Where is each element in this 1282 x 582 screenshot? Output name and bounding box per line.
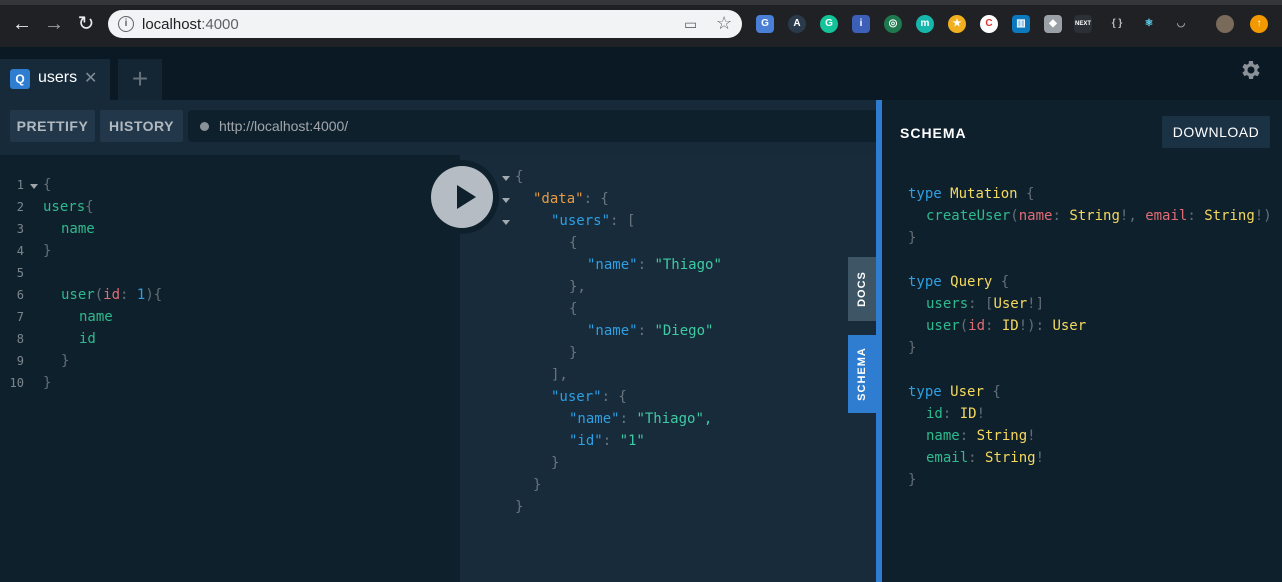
close-icon[interactable]: ✕	[84, 68, 97, 88]
editor-toolbar: PRETTIFY HISTORY http://localhost:4000/	[0, 100, 876, 155]
line-number: 3	[16, 222, 24, 236]
next-icon[interactable]: NEXT	[1074, 15, 1092, 33]
download-button[interactable]: DOWNLOAD	[1162, 116, 1270, 148]
code-line: "data": {	[533, 191, 609, 207]
tab-users[interactable]: Q users ✕	[0, 59, 110, 100]
site-info-icon[interactable]: i	[118, 16, 134, 32]
add-tab-button[interactable]: +	[118, 59, 162, 100]
code-line: users{	[43, 199, 94, 215]
reader-icon[interactable]: i	[852, 15, 870, 33]
line-number: 9	[16, 354, 24, 368]
m-icon[interactable]: m	[916, 15, 934, 33]
code-token: {	[569, 235, 578, 251]
code-token: }	[908, 340, 917, 356]
endpoint-url: http://localhost:4000/	[219, 118, 349, 134]
star-icon[interactable]: ★	[948, 15, 966, 33]
line-number: 4	[16, 244, 24, 258]
status-dot-icon	[200, 122, 209, 131]
target-icon[interactable]: ◎	[884, 15, 902, 33]
fold-arrow-icon[interactable]	[502, 176, 510, 181]
code-token: }	[908, 230, 917, 246]
code-line: type Query {	[908, 274, 1010, 290]
code-token: name	[79, 309, 113, 325]
code-line: email: String!	[926, 450, 1045, 466]
result-viewer: { "data": { "users": [ { "name": "Thiago…	[460, 155, 876, 582]
code-line: "name": "Thiago"	[587, 257, 722, 273]
bookmark-star-icon[interactable]: ☆	[716, 13, 732, 34]
code-token: }	[533, 477, 542, 493]
react-icon[interactable]: ⚛	[1140, 15, 1158, 33]
line-number: 7	[16, 310, 24, 324]
schema-title: SCHEMA	[900, 125, 967, 141]
prettify-button[interactable]: PRETTIFY	[10, 110, 95, 142]
address-text: localhost:4000	[142, 16, 239, 33]
pocket-icon[interactable]: ◡	[1172, 15, 1190, 33]
line-number: 8	[16, 332, 24, 346]
fold-arrow-icon[interactable]	[30, 184, 38, 189]
code-token: }	[569, 345, 578, 361]
reload-icon[interactable]: ↻	[74, 12, 98, 36]
code-line: name: String!	[926, 428, 1036, 444]
code-token: }	[908, 472, 917, 488]
code-line: type User {	[908, 384, 1001, 400]
update-icon[interactable]: ↑	[1250, 15, 1268, 33]
line-number: 10	[9, 376, 24, 390]
query-tab-icon: Q	[10, 69, 30, 89]
fold-arrow-icon[interactable]	[502, 220, 510, 225]
code-line: users: [User!]	[926, 296, 1045, 312]
schema-panel: SCHEMA DOWNLOAD type Mutation { createUs…	[882, 100, 1282, 582]
shield-icon[interactable]: A	[788, 15, 806, 33]
line-number: 1	[16, 178, 24, 192]
bracket-icon[interactable]: { }	[1108, 15, 1126, 33]
code-token: name	[61, 221, 95, 237]
grammarly-icon[interactable]: G	[820, 15, 838, 33]
line-number: 2	[16, 200, 24, 214]
code-line: "id": "1"	[569, 433, 645, 449]
code-line: "name": "Thiago",	[569, 411, 713, 427]
playground-tabbar: Q users ✕ +	[0, 47, 1282, 100]
code-line: user(id: 1){	[61, 287, 163, 303]
code-token: }	[43, 243, 52, 259]
owl-icon[interactable]: ◆	[1044, 15, 1062, 33]
c-icon[interactable]: C	[980, 15, 998, 33]
code-token: },	[569, 279, 586, 295]
line-number: 5	[16, 266, 24, 280]
code-token: }	[61, 353, 70, 369]
schema-tab[interactable]: SCHEMA	[848, 335, 876, 413]
code-token: {	[43, 177, 52, 193]
code-line: "user": {	[551, 389, 627, 405]
cast-icon[interactable]: ▭	[684, 16, 697, 33]
back-icon[interactable]: ←	[10, 12, 34, 36]
code-token: id	[79, 331, 96, 347]
gear-icon[interactable]	[1238, 58, 1262, 82]
endpoint-input[interactable]: http://localhost:4000/	[188, 110, 876, 142]
code-line: "users": [	[551, 213, 636, 229]
code-line: user(id: ID!): User	[926, 318, 1087, 334]
code-token: }	[551, 455, 560, 471]
run-query-button[interactable]	[425, 160, 499, 234]
profile-avatar[interactable]	[1216, 15, 1234, 33]
code-token: {	[569, 301, 578, 317]
code-token: ],	[551, 367, 568, 383]
history-button[interactable]: HISTORY	[100, 110, 183, 142]
browser-tab-strip	[0, 0, 1282, 5]
code-token: {	[515, 169, 524, 185]
docs-tab[interactable]: DOCS	[848, 257, 876, 321]
browser-toolbar: ← → ↻ i localhost:4000 ▭ ☆ G A G i ◎ m ★…	[0, 0, 1282, 47]
forward-icon[interactable]: →	[42, 12, 66, 36]
tab-label: users	[38, 69, 78, 86]
code-token: }	[43, 375, 52, 391]
code-token: }	[515, 499, 524, 515]
translate-icon[interactable]: G	[756, 15, 774, 33]
line-number: 6	[16, 288, 24, 302]
code-line: createUser(name: String!, email: String!…	[926, 208, 1272, 224]
address-bar[interactable]: i localhost:4000 ▭ ☆	[108, 10, 742, 38]
play-icon	[431, 166, 493, 228]
code-line: type Mutation {	[908, 186, 1035, 202]
fold-arrow-icon[interactable]	[502, 198, 510, 203]
code-line: "name": "Diego"	[587, 323, 714, 339]
trello-icon[interactable]: ▥	[1012, 15, 1030, 33]
query-editor[interactable]: 1 2 3 4 5 6 7 8 9 10 { users{ name } use…	[0, 155, 460, 582]
code-line: id: ID!	[926, 406, 986, 422]
